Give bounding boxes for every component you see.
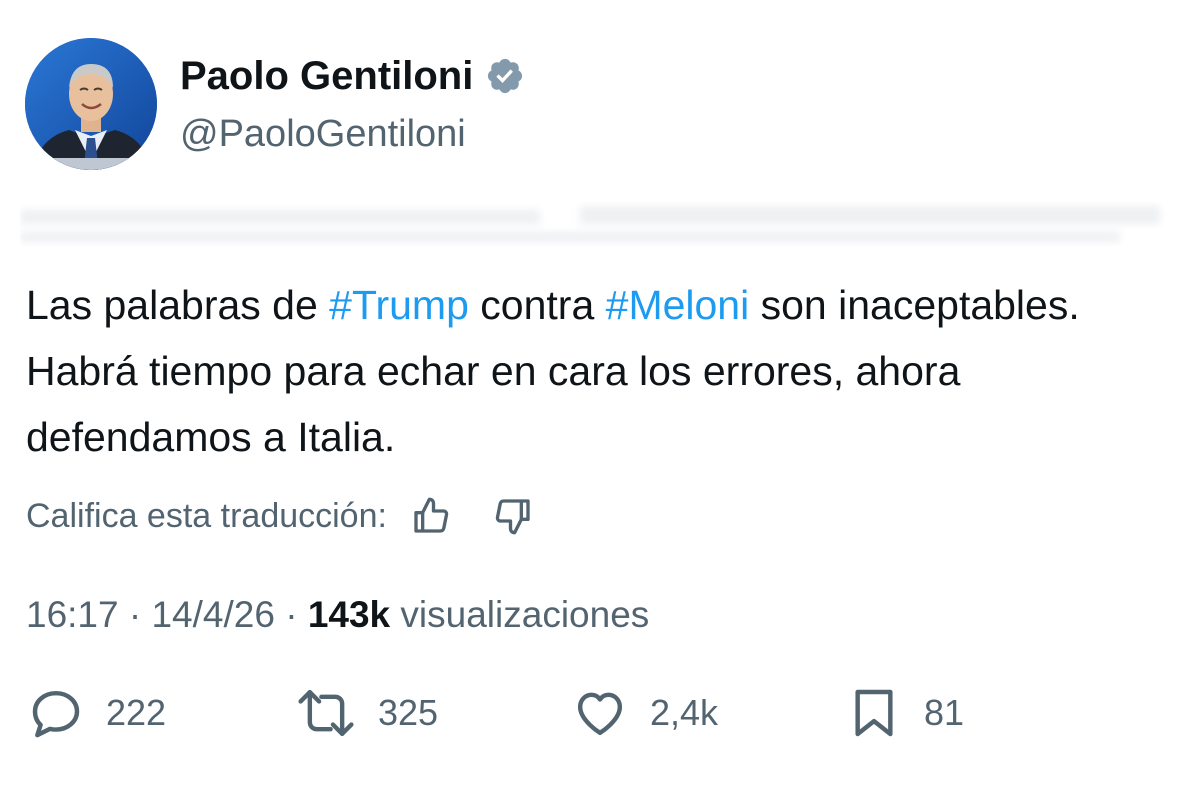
- rate-translation-dislike-button[interactable]: [489, 492, 537, 540]
- reply-icon: [32, 690, 80, 738]
- author-handle[interactable]: @PaoloGentiloni: [180, 110, 466, 158]
- bookmark-icon: [855, 689, 893, 737]
- repost-count: 325: [378, 692, 439, 733]
- author-display-name[interactable]: Paolo Gentiloni: [180, 50, 473, 102]
- translation-rating: Califica esta traducción:: [26, 492, 537, 540]
- heart-icon: [577, 692, 623, 736]
- tweet-action-bar: 222 325 2,4k 81: [0, 683, 1200, 743]
- views-label: visualizaciones: [400, 594, 650, 635]
- reply-button[interactable]: 222: [28, 683, 166, 743]
- bookmark-count: 81: [924, 692, 965, 733]
- tweet-date[interactable]: 14/4/26: [151, 594, 274, 635]
- like-count: 2,4k: [650, 692, 719, 733]
- avatar-photo: [25, 38, 157, 170]
- bookmark-button[interactable]: 81: [846, 683, 964, 743]
- blurred-translation-notice: [20, 206, 1160, 242]
- tweet-text-part: Las palabras de: [26, 282, 330, 328]
- verified-badge-icon[interactable]: [485, 56, 525, 96]
- avatar[interactable]: [25, 38, 157, 170]
- thumbs-up-icon: [414, 497, 449, 533]
- tweet-time[interactable]: 16:17: [26, 594, 119, 635]
- thumbs-down-icon: [495, 499, 530, 535]
- meta-separator: ·: [285, 594, 308, 635]
- tweet-text-part: contra: [468, 282, 606, 328]
- rate-translation-like-button[interactable]: [407, 492, 455, 540]
- tweet-text: Las palabras de #Trump contra #Meloni so…: [26, 272, 1176, 470]
- views-count: 143k: [307, 594, 391, 635]
- like-button[interactable]: 2,4k: [572, 683, 718, 743]
- repost-button[interactable]: 325: [296, 683, 438, 743]
- tweet-meta: 16:17 · 14/4/26 · 143k visualizaciones: [26, 590, 649, 640]
- hashtag-link-meloni[interactable]: #Meloni: [606, 282, 750, 328]
- hashtag-link-trump[interactable]: #Trump: [329, 282, 469, 328]
- meta-separator: ·: [128, 594, 152, 635]
- rate-translation-label: Califica esta traducción:: [26, 496, 387, 535]
- reply-count: 222: [106, 692, 167, 733]
- author-name[interactable]: Paolo Gentiloni: [180, 50, 525, 102]
- repost-icon: [298, 690, 354, 736]
